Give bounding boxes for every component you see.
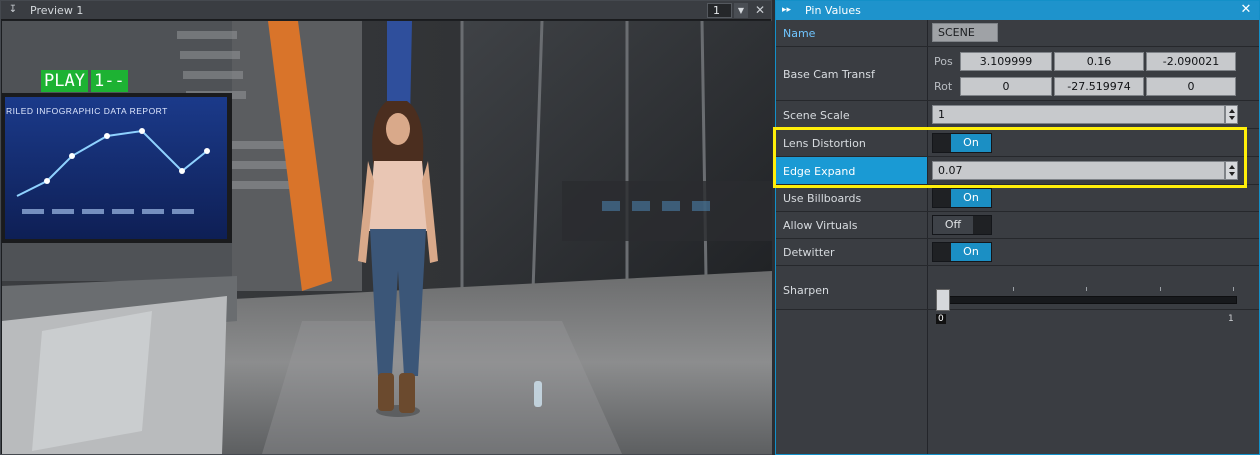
toggle-state: On	[951, 134, 991, 152]
row-use-billboards: Use Billboards On	[776, 185, 1259, 212]
use-billboards-toggle[interactable]: On	[932, 188, 992, 208]
toggle-state: On	[951, 243, 991, 261]
pin-values-grid: Name SCENE Base Cam Transf Pos 3.109999 …	[776, 20, 1259, 454]
row-lens-distortion: Lens Distortion On	[776, 129, 1259, 157]
rot-y-field[interactable]: -27.519974	[1054, 77, 1144, 96]
pos-y-field[interactable]: 0.16	[1054, 52, 1144, 71]
lens-distortion-toggle[interactable]: On	[932, 133, 992, 153]
sharpen-max-label: 1	[1228, 314, 1234, 324]
scene-scale-label: Scene Scale	[783, 109, 850, 122]
sharpen-label: Sharpen	[783, 284, 829, 297]
toggle-state: On	[951, 189, 991, 207]
row-edge-expand: Edge Expand 0.07	[776, 157, 1259, 185]
name-field[interactable]: SCENE	[932, 23, 998, 42]
use-billboards-label: Use Billboards	[783, 192, 862, 205]
chevron-down-icon[interactable]: ▼	[734, 3, 748, 18]
pos-z-field[interactable]: -2.090021	[1146, 52, 1236, 71]
play-status-tag: PLAY 1--	[41, 70, 128, 92]
allow-virtuals-toggle[interactable]: Off	[932, 215, 992, 235]
expand-arrows-icon[interactable]: ▸▸	[782, 3, 791, 17]
row-scene-scale: Scene Scale 1	[776, 101, 1259, 129]
slider-tick	[1233, 287, 1234, 291]
slider-tick	[1013, 287, 1014, 291]
slider-tick	[1160, 287, 1161, 291]
name-label: Name	[783, 27, 816, 40]
preview-panel: ↧ Preview 1 1 ▼ ✕ PLAY 1-- RILED INFOGRA…	[0, 0, 772, 455]
edge-expand-spinner[interactable]	[1225, 161, 1238, 180]
row-allow-virtuals: Allow Virtuals Off	[776, 212, 1259, 239]
preview-title: Preview 1	[30, 4, 84, 17]
close-icon[interactable]: ✕	[753, 3, 767, 18]
play-value: 1--	[90, 70, 128, 92]
row-detwitter: Detwitter On	[776, 239, 1259, 266]
scene-scale-spinner[interactable]	[1225, 105, 1238, 124]
detwitter-toggle[interactable]: On	[932, 242, 992, 262]
rot-x-field[interactable]: 0	[960, 77, 1052, 96]
detwitter-label: Detwitter	[783, 246, 835, 259]
sharpen-slider-track[interactable]	[939, 296, 1237, 304]
scene-scale-field[interactable]: 1	[932, 105, 1225, 124]
sharpen-min-label: 0	[936, 314, 946, 324]
row-base-cam-transf: Base Cam Transf Pos 3.109999 0.16 -2.090…	[776, 47, 1259, 101]
slider-tick	[1086, 287, 1087, 291]
preview-viewport[interactable]: PLAY 1-- RILED INFOGRAPHIC DATA REPORT	[2, 21, 772, 454]
sharpen-slider-thumb[interactable]	[936, 289, 950, 311]
rot-z-field[interactable]: 0	[1146, 77, 1236, 96]
collapse-arrow-icon[interactable]: ↧	[7, 3, 19, 17]
allow-virtuals-label: Allow Virtuals	[783, 219, 858, 232]
pin-values-titlebar: ▸▸ Pin Values ✕	[776, 1, 1259, 20]
pos-label: Pos	[934, 55, 953, 68]
pin-values-panel: ▸▸ Pin Values ✕ Name SCENE Base Cam Tran…	[775, 0, 1260, 455]
pin-values-title: Pin Values	[805, 4, 861, 17]
toggle-state: Off	[933, 216, 973, 234]
preview-titlebar: ↧ Preview 1 1 ▼ ✕	[1, 1, 771, 20]
row-name: Name SCENE	[776, 20, 1259, 47]
edge-expand-field[interactable]: 0.07	[932, 161, 1225, 180]
lens-distortion-label: Lens Distortion	[783, 137, 866, 150]
rot-label: Rot	[934, 80, 953, 93]
edge-expand-label: Edge Expand	[783, 165, 856, 178]
play-label: PLAY	[41, 70, 88, 92]
base-cam-label: Base Cam Transf	[783, 68, 875, 81]
close-icon[interactable]: ✕	[1238, 2, 1254, 18]
channel-select[interactable]: 1	[707, 3, 732, 18]
pos-x-field[interactable]: 3.109999	[960, 52, 1052, 71]
monitor-title-text: RILED INFOGRAPHIC DATA REPORT	[6, 106, 168, 116]
